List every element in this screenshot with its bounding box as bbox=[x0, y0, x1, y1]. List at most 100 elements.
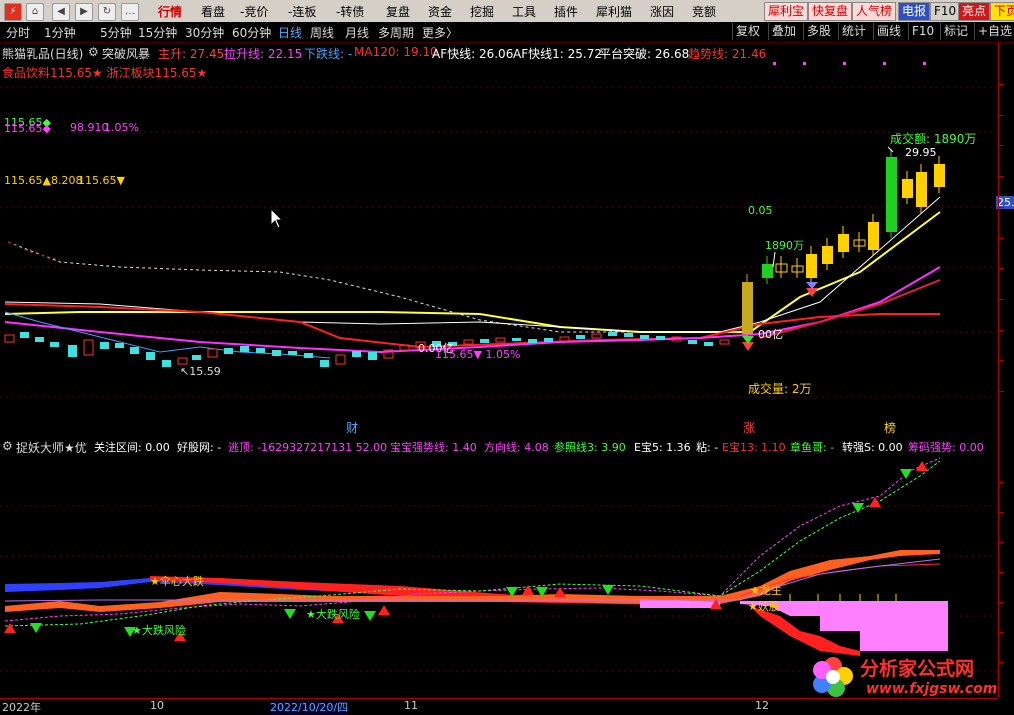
tool-button-1[interactable]: 快复盘 bbox=[808, 2, 853, 21]
turnover-label: 成交额: 1890万 bbox=[890, 132, 977, 146]
add-watchlist-button[interactable]: +自选 bbox=[974, 23, 1014, 40]
f10-button[interactable]: F10 bbox=[908, 23, 937, 40]
tool-button-6[interactable]: 下页 bbox=[990, 2, 1014, 21]
watermark: 分析家公式网 www.fxjgsw.com bbox=[808, 652, 1004, 702]
menu-item-jinge[interactable]: 竞额 bbox=[692, 3, 716, 20]
home-icon[interactable]: ⌂ bbox=[26, 3, 44, 21]
period-30min[interactable]: 30分钟 bbox=[185, 24, 224, 41]
candle bbox=[463, 339, 474, 345]
signal-triangle bbox=[364, 611, 376, 621]
high-price-label: 29.95 bbox=[905, 146, 937, 159]
menu-item-kanpan[interactable]: 看盘 bbox=[201, 3, 225, 20]
menu-item-jingjia[interactable]: -竞价 bbox=[240, 3, 268, 20]
event-cai-label[interactable]: 财 bbox=[346, 419, 358, 436]
sub-indicator-value: 筹码强势: 0.00 bbox=[908, 441, 984, 454]
candle bbox=[656, 336, 665, 340]
more-icon[interactable]: … bbox=[121, 3, 139, 21]
sub-indicator-line: ⚙ 捉妖大师★优 关注区间: 0.00 好股网: - 逃顶: -1629327217… bbox=[2, 439, 996, 455]
baiyi-label: 00亿 bbox=[758, 328, 783, 341]
refresh-icon[interactable]: ↻ bbox=[98, 3, 116, 21]
overlay-button[interactable]: 叠加 bbox=[768, 23, 799, 40]
sub-settings-gear-icon[interactable]: ⚙ bbox=[2, 439, 13, 453]
sub-indicator-value: 粘: - bbox=[696, 441, 719, 454]
sub-indicator-value: 参照线3: 3.90 bbox=[554, 441, 626, 454]
period-multi[interactable]: 多周期 bbox=[378, 24, 414, 41]
forward-icon[interactable]: ▶ bbox=[75, 3, 93, 21]
mark-button[interactable]: 标记 bbox=[940, 23, 971, 40]
candle bbox=[272, 350, 281, 356]
draw-line-button[interactable]: 画线 bbox=[873, 23, 904, 40]
candle bbox=[934, 164, 945, 187]
menu-item-gongju[interactable]: 工具 bbox=[512, 3, 536, 20]
tool-button-5[interactable]: 亮点 bbox=[958, 2, 991, 21]
date-label: 12 bbox=[755, 699, 769, 712]
stats-button[interactable]: 统计 bbox=[838, 23, 869, 40]
period-fenshi[interactable]: 分时 bbox=[6, 24, 30, 41]
mid-label: 115.65▼ 1.05% bbox=[435, 348, 521, 361]
sub-indicator-value: 章鱼哥: - bbox=[790, 441, 835, 454]
tool-button-4[interactable]: F10 bbox=[930, 2, 961, 21]
menu-item-lianban[interactable]: -连板 bbox=[288, 3, 316, 20]
dotted-average-line bbox=[7, 241, 745, 333]
candle bbox=[576, 335, 585, 339]
candle bbox=[177, 357, 188, 365]
candle bbox=[240, 346, 249, 352]
menu-item-wajue[interactable]: 挖掘 bbox=[470, 3, 494, 20]
label-price-4: 115.65▼ bbox=[78, 174, 125, 187]
period-bar: 分时 1分钟 5分钟 15分钟 30分钟 60分钟 日线 周线 月线 多周期 更… bbox=[0, 22, 1014, 43]
menu-item-chajian[interactable]: 插件 bbox=[554, 3, 578, 20]
menu-item-zhangyin[interactable]: 涨因 bbox=[650, 3, 674, 20]
candle bbox=[719, 339, 730, 345]
signal-triangle bbox=[284, 609, 296, 619]
candle bbox=[35, 337, 44, 342]
volume-label: 成交量: 2万 bbox=[748, 382, 812, 396]
candle bbox=[704, 342, 713, 346]
period-weekly[interactable]: 周线 bbox=[310, 24, 334, 41]
label-value-98: 98.910 bbox=[70, 121, 109, 134]
period-daily[interactable]: 日线 bbox=[278, 24, 302, 41]
tool-button-0[interactable]: 犀利宝 bbox=[764, 2, 809, 21]
sub-indicator-value: 转强S: 0.00 bbox=[842, 441, 903, 454]
candle bbox=[762, 264, 773, 278]
candle bbox=[68, 345, 77, 357]
tool-button-3[interactable]: 电报 bbox=[898, 2, 931, 21]
multi-stock-button[interactable]: 多股 bbox=[803, 23, 834, 40]
candle bbox=[50, 342, 59, 347]
candle bbox=[100, 342, 109, 349]
app-logo-icon: ⚡ bbox=[4, 3, 22, 21]
signal-triangle bbox=[916, 461, 928, 471]
menu-item-zijin[interactable]: 资金 bbox=[428, 3, 452, 20]
fuquan-button[interactable]: 复权 bbox=[732, 23, 763, 40]
period-more[interactable]: 更多〉 bbox=[422, 24, 458, 41]
candle bbox=[162, 360, 171, 367]
candle bbox=[224, 348, 233, 354]
candle bbox=[688, 340, 697, 344]
sub-indicator-value: 好股网: - bbox=[177, 441, 222, 454]
label-price-2: 115.65◆ bbox=[4, 122, 51, 135]
period-1min[interactable]: 1分钟 bbox=[44, 24, 76, 41]
period-15min[interactable]: 15分钟 bbox=[138, 24, 177, 41]
sub-indicator-name[interactable]: 捉妖大师★优 bbox=[16, 439, 87, 456]
candle bbox=[868, 222, 879, 250]
candle bbox=[4, 334, 15, 343]
main-kline-chart[interactable] bbox=[0, 42, 998, 436]
candle bbox=[146, 352, 155, 360]
period-monthly[interactable]: 月线 bbox=[345, 24, 369, 41]
tool-button-2[interactable]: 人气榜 bbox=[852, 2, 897, 21]
back-icon[interactable]: ◀ bbox=[52, 3, 70, 21]
candle bbox=[591, 333, 602, 339]
signal-label-2: ★大跌风险 bbox=[132, 624, 186, 637]
menu-item-zhuanzhai[interactable]: -转债 bbox=[336, 3, 364, 20]
period-5min[interactable]: 5分钟 bbox=[100, 24, 132, 41]
signal-triangle bbox=[852, 503, 864, 513]
period-60min[interactable]: 60分钟 bbox=[232, 24, 271, 41]
candle bbox=[288, 351, 297, 355]
menu-item-xilimao[interactable]: 犀利猫 bbox=[596, 3, 632, 20]
sub-indicator-value: E宝5: 1.36 bbox=[634, 441, 691, 454]
candlesticks bbox=[4, 149, 945, 367]
candle bbox=[838, 234, 849, 252]
menu-item-hangqing[interactable]: 行情 bbox=[158, 3, 182, 20]
event-zhang-label[interactable]: 涨 bbox=[743, 419, 755, 436]
menu-item-fupan[interactable]: 复盘 bbox=[386, 3, 410, 20]
event-bang-label[interactable]: 榜 bbox=[884, 419, 896, 436]
